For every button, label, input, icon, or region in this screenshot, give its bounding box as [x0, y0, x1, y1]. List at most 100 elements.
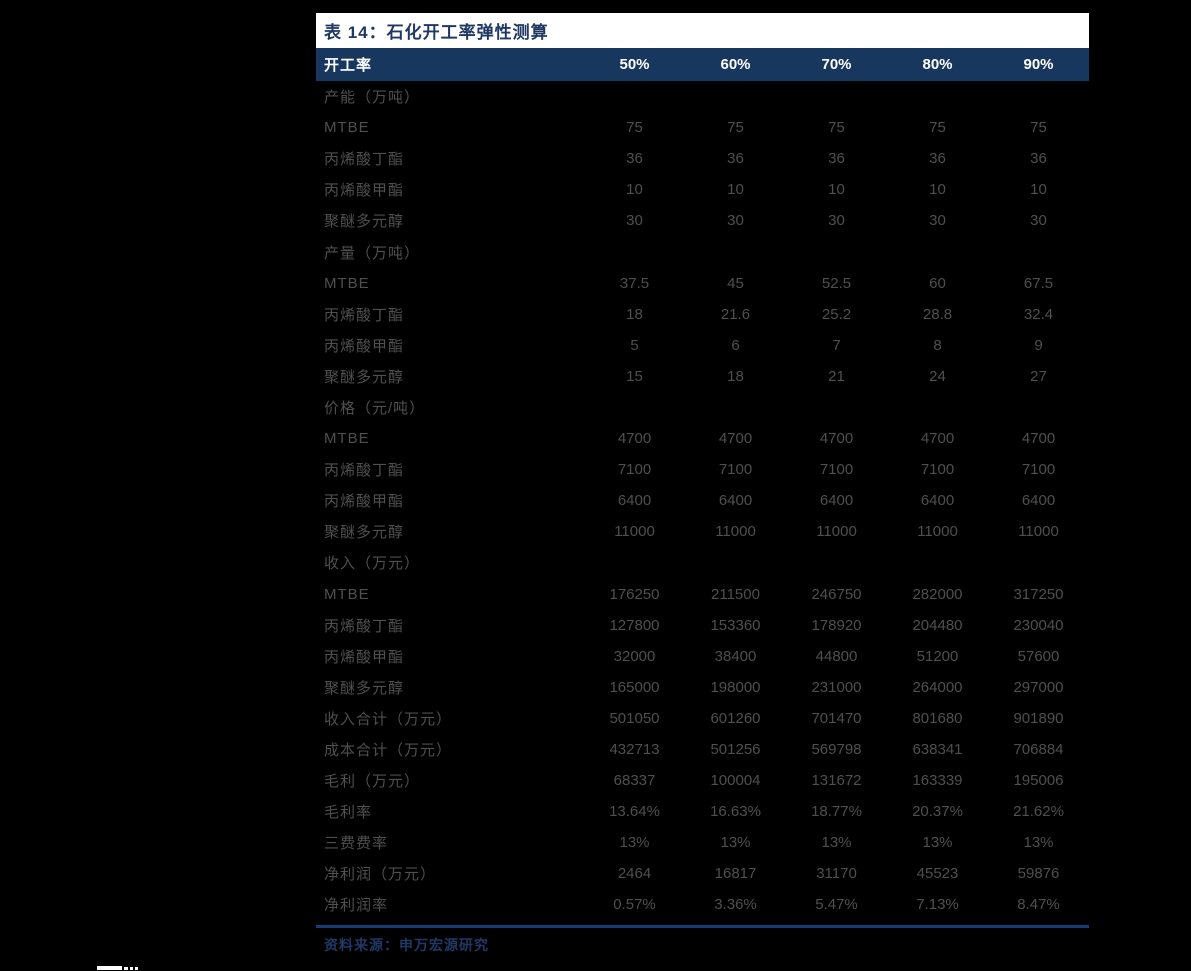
row-value: 30 [929, 212, 946, 230]
row-value: 5.47% [815, 896, 858, 914]
section-row: 产能（万吨） [316, 81, 1089, 112]
row-value: 24 [929, 367, 946, 385]
table-row: MTBE 75 75 75 75 75 [316, 112, 1089, 143]
row-value: 30 [828, 212, 845, 230]
table-row: MTBE 37.5 45 52.5 60 67.5 [316, 268, 1089, 299]
table-row: 丙烯酸甲酯 32000 38400 44800 51200 57600 [316, 641, 1089, 672]
row-value: 7100 [617, 461, 652, 479]
row-value: 7100 [718, 461, 753, 479]
row-value: 59876 [1017, 865, 1060, 883]
table-row: 毛利（万元） 68337 100004 131672 163339 195006 [316, 765, 1089, 796]
table-title: 表 14：石化开工率弹性测算 [324, 23, 549, 42]
cutoff-logo-fragment [97, 966, 139, 971]
row-value: 13% [821, 834, 852, 852]
row-value: 7100 [1021, 461, 1056, 479]
row-value: 68337 [613, 772, 656, 790]
fragment-mark [130, 967, 133, 970]
table-row: 丙烯酸丁酯 18 21.6 25.2 28.8 32.4 [316, 299, 1089, 330]
row-label: 聚醚多元醇 [324, 368, 405, 386]
row-value: 100004 [710, 772, 761, 790]
row-value: 75 [828, 119, 845, 137]
row-value: 4700 [617, 430, 652, 448]
row-value: 211500 [711, 585, 760, 603]
row-value: 569798 [811, 741, 862, 759]
row-value: 7.13% [916, 896, 959, 914]
row-label: 聚醚多元醇 [324, 679, 405, 697]
row-label: 丙烯酸丁酯 [324, 151, 405, 169]
table-row: 丙烯酸甲酯 10 10 10 10 10 [316, 174, 1089, 205]
row-value: 37.5 [619, 274, 650, 292]
table-row: 毛利率 13.64% 16.63% 18.77% 20.37% 21.62% [316, 796, 1089, 827]
row-value: 10 [1030, 181, 1047, 199]
table-row: 丙烯酸丁酯 127800 153360 178920 204480 230040 [316, 610, 1089, 641]
row-value: 178920 [811, 616, 862, 634]
row-value: 16.63% [710, 803, 761, 821]
row-value: 13.64% [609, 803, 660, 821]
source-note: 资料来源：申万宏源研究 [324, 936, 489, 953]
table-row: 聚醚多元醇 30 30 30 30 30 [316, 205, 1089, 236]
header-col: 60% [720, 56, 751, 73]
row-value: 4700 [819, 430, 854, 448]
row-label: 聚醚多元醇 [324, 524, 405, 542]
row-value: 230040 [1013, 616, 1064, 634]
row-value: 36 [929, 150, 946, 168]
row-label: 丙烯酸丁酯 [324, 306, 405, 324]
row-label: 丙烯酸丁酯 [324, 617, 405, 635]
row-label: MTBE [324, 585, 370, 603]
row-value: 18 [626, 305, 643, 323]
row-value: 30 [626, 212, 643, 230]
section-row: 价格（元/吨） [316, 392, 1089, 423]
row-value: 51200 [916, 647, 959, 665]
row-value: 21 [828, 367, 845, 385]
header-col: 50% [619, 56, 650, 73]
row-value: 30 [727, 212, 744, 230]
row-value: 297000 [1013, 678, 1064, 696]
row-value: 2464 [617, 865, 652, 883]
row-value: 13% [1023, 834, 1054, 852]
row-label: 三费费率 [324, 835, 389, 853]
table-row: 成本合计（万元） 432713 501256 569798 638341 706884 [316, 734, 1089, 765]
row-value: 75 [727, 119, 744, 137]
row-value: 36 [727, 150, 744, 168]
table-body: 产能（万吨） MTBE 75 75 75 75 75 丙烯酸丁酯 36 36 36 36 36 丙烯酸甲酯… [316, 81, 1089, 921]
row-label: 产能（万吨） [324, 89, 421, 107]
row-value: 45523 [916, 865, 959, 883]
table-row: 聚醚多元醇 11000 11000 11000 11000 11000 [316, 516, 1089, 547]
row-value: 10 [929, 181, 946, 199]
row-value: 127800 [609, 616, 660, 634]
row-value: 11000 [917, 523, 958, 541]
row-value: 13% [720, 834, 751, 852]
row-value: 20.37% [912, 803, 963, 821]
row-value: 38400 [714, 647, 757, 665]
row-value: 706884 [1013, 741, 1064, 759]
table-header-row: 开工率 50% 60% 70% 80% 90% [316, 48, 1089, 81]
row-value: 901890 [1013, 709, 1064, 727]
row-value: 32000 [613, 647, 656, 665]
fragment-mark [124, 967, 128, 970]
row-value: 28.8 [922, 305, 953, 323]
row-value: 701470 [811, 709, 862, 727]
row-value: 15 [626, 367, 643, 385]
row-value: 10 [828, 181, 845, 199]
table-row: 净利润（万元） 2464 16817 31170 45523 59876 [316, 858, 1089, 889]
row-value: 18 [727, 367, 744, 385]
row-value: 317250 [1013, 585, 1064, 603]
row-value: 3.36% [714, 896, 757, 914]
row-label: 收入合计（万元） [324, 710, 453, 728]
row-value: 21.62% [1013, 803, 1064, 821]
row-value: 501256 [710, 741, 761, 759]
header-col: 70% [821, 56, 852, 73]
row-value: 6400 [617, 492, 652, 510]
header-col: 90% [1023, 56, 1054, 73]
row-value: 44800 [815, 647, 858, 665]
row-value: 176250 [609, 585, 660, 603]
row-value: 246750 [811, 585, 862, 603]
row-label: 价格（元/吨） [324, 399, 426, 417]
row-value: 32.4 [1023, 305, 1054, 323]
row-value: 18.77% [811, 803, 862, 821]
row-label: 成本合计（万元） [324, 742, 453, 760]
row-value: 163339 [912, 772, 963, 790]
row-value: 6400 [1021, 492, 1056, 510]
row-label: 净利润率 [324, 897, 389, 915]
header-label: 开工率 [324, 57, 373, 74]
